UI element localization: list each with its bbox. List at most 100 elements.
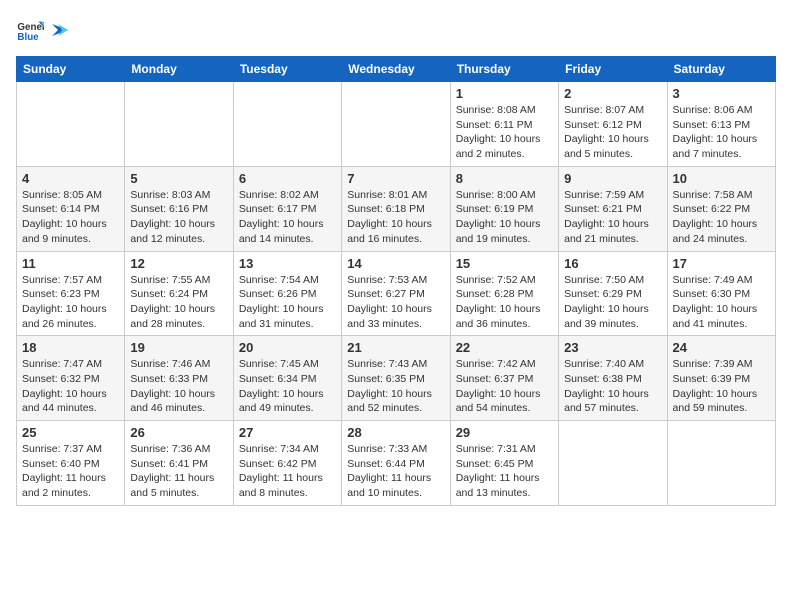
day-info: Sunrise: 7:46 AM Sunset: 6:33 PM Dayligh… <box>130 357 227 416</box>
calendar-cell: 15Sunrise: 7:52 AM Sunset: 6:28 PM Dayli… <box>450 251 558 336</box>
day-number: 26 <box>130 425 227 440</box>
day-number: 23 <box>564 340 661 355</box>
day-number: 18 <box>22 340 119 355</box>
calendar-week-row: 11 Sunrise: 7:57 AM Sunset: 6:23 PM Dayli… <box>17 251 776 336</box>
weekday-header-sunday: Sunday <box>17 57 125 82</box>
calendar-table: SundayMondayTuesdayWednesdayThursdayFrid… <box>16 56 776 506</box>
calendar-cell: 10 Sunrise: 7:58 AM Sunset: 6:22 PM Dayli… <box>667 166 775 251</box>
calendar-cell: 22 Sunrise: 7:42 AM Sunset: 6:37 PM Dayli… <box>450 336 558 421</box>
day-info: Sunrise: 7:52 AM Sunset: 6:28 PM Dayligh… <box>456 273 553 332</box>
day-info: Sunrise: 7:47 AM Sunset: 6:32 PM Dayligh… <box>22 357 119 416</box>
day-info: Sunrise: 8:08 AM Sunset: 6:11 PM Dayligh… <box>456 103 553 162</box>
calendar-cell: 21 Sunrise: 7:43 AM Sunset: 6:35 PM Dayli… <box>342 336 450 421</box>
day-info: Sunrise: 7:55 AM Sunset: 6:24 PM Dayligh… <box>130 273 227 332</box>
day-info: Sunrise: 7:57 AM Sunset: 6:23 PM Dayligh… <box>22 273 119 332</box>
weekday-header-tuesday: Tuesday <box>233 57 341 82</box>
day-info: Sunrise: 7:58 AM Sunset: 6:22 PM Dayligh… <box>673 188 770 247</box>
calendar-cell: 6Sunrise: 8:02 AM Sunset: 6:17 PM Daylig… <box>233 166 341 251</box>
day-number: 17 <box>673 256 770 271</box>
calendar-cell: 23 Sunrise: 7:40 AM Sunset: 6:38 PM Dayli… <box>559 336 667 421</box>
day-info: Sunrise: 7:49 AM Sunset: 6:30 PM Dayligh… <box>673 273 770 332</box>
weekday-header-friday: Friday <box>559 57 667 82</box>
day-number: 6 <box>239 171 336 186</box>
calendar-cell: 14 Sunrise: 7:53 AM Sunset: 6:27 PM Dayli… <box>342 251 450 336</box>
day-number: 21 <box>347 340 444 355</box>
day-info: Sunrise: 7:36 AM Sunset: 6:41 PM Dayligh… <box>130 442 227 501</box>
day-number: 12 <box>130 256 227 271</box>
calendar-cell: 25 Sunrise: 7:37 AM Sunset: 6:40 PM Dayli… <box>17 421 125 506</box>
day-number: 8 <box>456 171 553 186</box>
day-info: Sunrise: 7:53 AM Sunset: 6:27 PM Dayligh… <box>347 273 444 332</box>
calendar-cell: 8 Sunrise: 8:00 AM Sunset: 6:19 PM Daylig… <box>450 166 558 251</box>
weekday-header-thursday: Thursday <box>450 57 558 82</box>
day-number: 4 <box>22 171 119 186</box>
calendar-cell: 5Sunrise: 8:03 AM Sunset: 6:16 PM Daylig… <box>125 166 233 251</box>
day-number: 16 <box>564 256 661 271</box>
logo: General Blue <box>16 16 70 44</box>
day-number: 2 <box>564 86 661 101</box>
day-number: 10 <box>673 171 770 186</box>
day-info: Sunrise: 8:03 AM Sunset: 6:16 PM Dayligh… <box>130 188 227 247</box>
calendar-cell: 17 Sunrise: 7:49 AM Sunset: 6:30 PM Dayli… <box>667 251 775 336</box>
day-number: 13 <box>239 256 336 271</box>
weekday-header-row: SundayMondayTuesdayWednesdayThursdayFrid… <box>17 57 776 82</box>
svg-text:Blue: Blue <box>17 32 39 43</box>
calendar-week-row: 25 Sunrise: 7:37 AM Sunset: 6:40 PM Dayli… <box>17 421 776 506</box>
day-number: 29 <box>456 425 553 440</box>
calendar-cell: 24 Sunrise: 7:39 AM Sunset: 6:39 PM Dayli… <box>667 336 775 421</box>
calendar-cell: 29Sunrise: 7:31 AM Sunset: 6:45 PM Dayli… <box>450 421 558 506</box>
calendar-cell: 12 Sunrise: 7:55 AM Sunset: 6:24 PM Dayli… <box>125 251 233 336</box>
day-number: 9 <box>564 171 661 186</box>
calendar-week-row: 4 Sunrise: 8:05 AM Sunset: 6:14 PM Daylig… <box>17 166 776 251</box>
day-info: Sunrise: 7:54 AM Sunset: 6:26 PM Dayligh… <box>239 273 336 332</box>
calendar-cell: 11 Sunrise: 7:57 AM Sunset: 6:23 PM Dayli… <box>17 251 125 336</box>
day-info: Sunrise: 7:45 AM Sunset: 6:34 PM Dayligh… <box>239 357 336 416</box>
calendar-cell <box>233 82 341 167</box>
day-info: Sunrise: 7:59 AM Sunset: 6:21 PM Dayligh… <box>564 188 661 247</box>
calendar-cell <box>17 82 125 167</box>
calendar-cell <box>667 421 775 506</box>
calendar-cell <box>125 82 233 167</box>
calendar-cell: 28 Sunrise: 7:33 AM Sunset: 6:44 PM Dayli… <box>342 421 450 506</box>
logo-arrow-icon <box>50 20 70 40</box>
day-number: 1 <box>456 86 553 101</box>
weekday-header-monday: Monday <box>125 57 233 82</box>
day-number: 25 <box>22 425 119 440</box>
day-info: Sunrise: 7:37 AM Sunset: 6:40 PM Dayligh… <box>22 442 119 501</box>
day-info: Sunrise: 7:42 AM Sunset: 6:37 PM Dayligh… <box>456 357 553 416</box>
calendar-cell: 7Sunrise: 8:01 AM Sunset: 6:18 PM Daylig… <box>342 166 450 251</box>
calendar-cell: 16Sunrise: 7:50 AM Sunset: 6:29 PM Dayli… <box>559 251 667 336</box>
day-number: 27 <box>239 425 336 440</box>
day-number: 3 <box>673 86 770 101</box>
day-number: 11 <box>22 256 119 271</box>
weekday-header-wednesday: Wednesday <box>342 57 450 82</box>
day-number: 28 <box>347 425 444 440</box>
calendar-cell: 26 Sunrise: 7:36 AM Sunset: 6:41 PM Dayli… <box>125 421 233 506</box>
weekday-header-saturday: Saturday <box>667 57 775 82</box>
calendar-cell: 19 Sunrise: 7:46 AM Sunset: 6:33 PM Dayli… <box>125 336 233 421</box>
calendar-cell: 3Sunrise: 8:06 AM Sunset: 6:13 PM Daylig… <box>667 82 775 167</box>
day-number: 14 <box>347 256 444 271</box>
day-info: Sunrise: 8:05 AM Sunset: 6:14 PM Dayligh… <box>22 188 119 247</box>
day-info: Sunrise: 8:07 AM Sunset: 6:12 PM Dayligh… <box>564 103 661 162</box>
day-info: Sunrise: 7:34 AM Sunset: 6:42 PM Dayligh… <box>239 442 336 501</box>
day-info: Sunrise: 7:43 AM Sunset: 6:35 PM Dayligh… <box>347 357 444 416</box>
calendar-cell: 13 Sunrise: 7:54 AM Sunset: 6:26 PM Dayli… <box>233 251 341 336</box>
calendar-cell: 4 Sunrise: 8:05 AM Sunset: 6:14 PM Daylig… <box>17 166 125 251</box>
calendar-cell: 1 Sunrise: 8:08 AM Sunset: 6:11 PM Daylig… <box>450 82 558 167</box>
day-info: Sunrise: 7:33 AM Sunset: 6:44 PM Dayligh… <box>347 442 444 501</box>
day-number: 22 <box>456 340 553 355</box>
calendar-cell: 18 Sunrise: 7:47 AM Sunset: 6:32 PM Dayli… <box>17 336 125 421</box>
calendar-week-row: 18 Sunrise: 7:47 AM Sunset: 6:32 PM Dayli… <box>17 336 776 421</box>
day-info: Sunrise: 7:40 AM Sunset: 6:38 PM Dayligh… <box>564 357 661 416</box>
logo-icon: General Blue <box>16 16 44 44</box>
calendar-cell: 27 Sunrise: 7:34 AM Sunset: 6:42 PM Dayli… <box>233 421 341 506</box>
day-info: Sunrise: 7:39 AM Sunset: 6:39 PM Dayligh… <box>673 357 770 416</box>
calendar-cell <box>559 421 667 506</box>
day-number: 19 <box>130 340 227 355</box>
calendar-cell <box>342 82 450 167</box>
calendar-week-row: 1 Sunrise: 8:08 AM Sunset: 6:11 PM Daylig… <box>17 82 776 167</box>
day-info: Sunrise: 8:00 AM Sunset: 6:19 PM Dayligh… <box>456 188 553 247</box>
day-number: 24 <box>673 340 770 355</box>
day-info: Sunrise: 8:01 AM Sunset: 6:18 PM Dayligh… <box>347 188 444 247</box>
